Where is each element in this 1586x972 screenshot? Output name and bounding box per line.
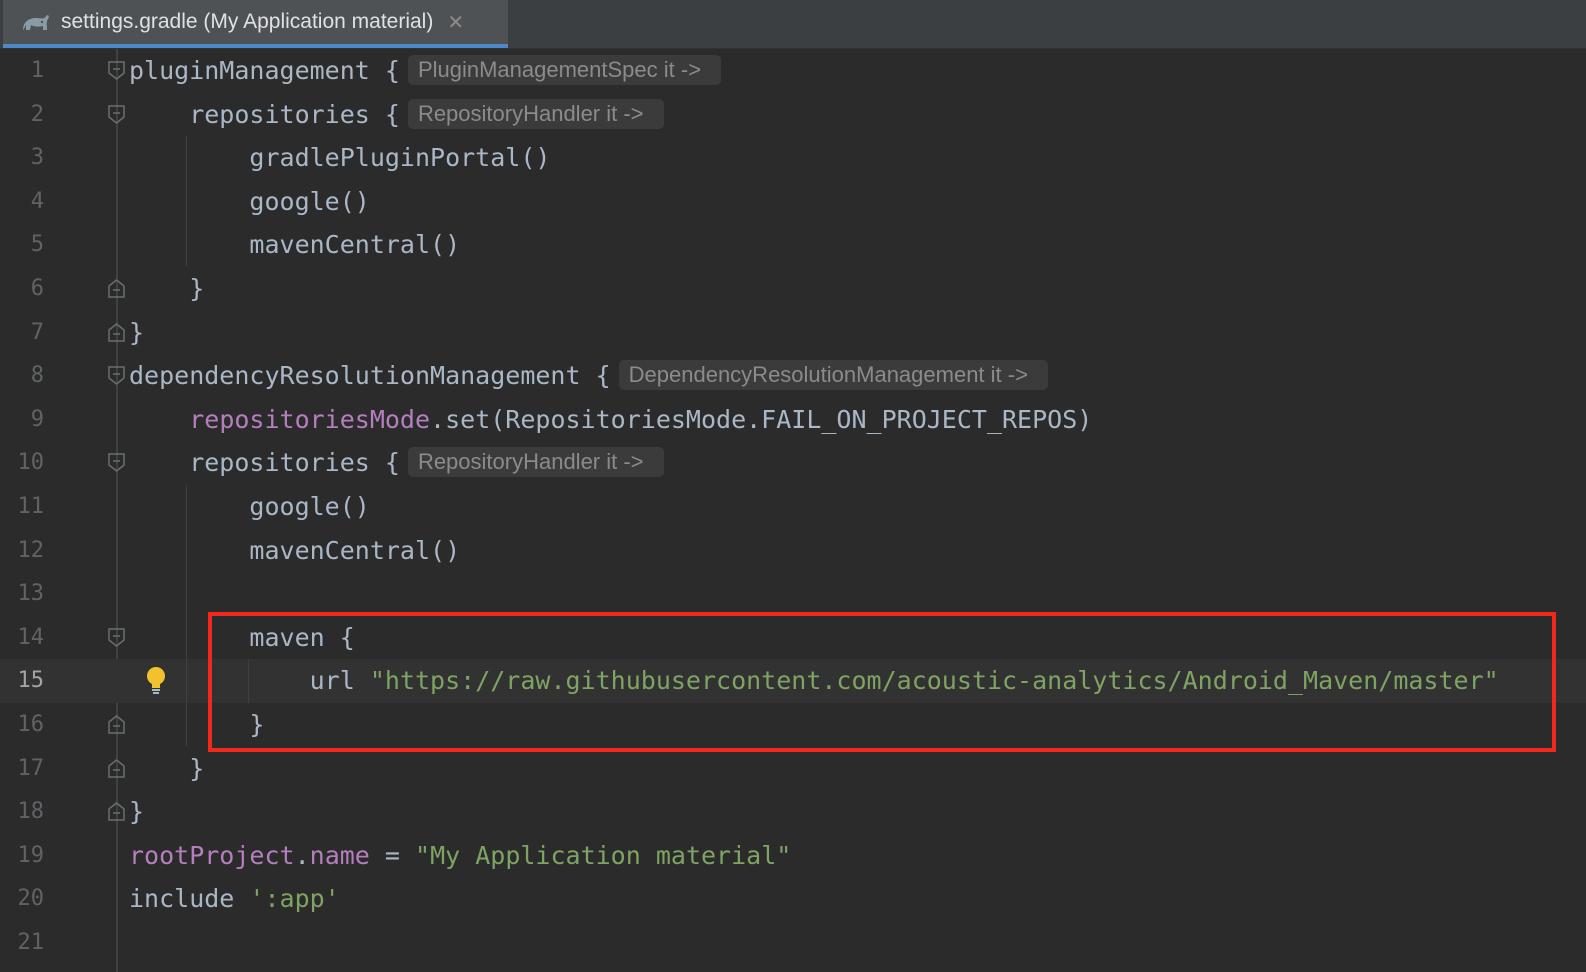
code-line[interactable]: 21 (0, 921, 1586, 965)
line-number: 11 (17, 494, 45, 519)
inlay-hint: RepositoryHandler it -> (407, 98, 664, 129)
line-number: 21 (17, 930, 45, 955)
inlay-hint: RepositoryHandler it -> (407, 447, 664, 478)
code-text: .set(RepositoriesMode.FAIL_ON_PROJECT_RE… (430, 404, 1093, 434)
code-line[interactable]: 11 google() (0, 485, 1586, 529)
fold-close-icon[interactable] (108, 758, 125, 778)
code-text: gradlePluginPortal() (129, 143, 551, 173)
property-text: rootProject (129, 840, 295, 870)
code-text: include (129, 884, 250, 914)
fold-close-icon[interactable] (108, 715, 125, 734)
fold-open-icon[interactable] (108, 453, 125, 473)
code-text: google() (129, 186, 370, 216)
fold-open-icon[interactable] (108, 104, 125, 124)
fold-open-icon[interactable] (108, 366, 125, 386)
property-text: name (309, 840, 370, 870)
code-line[interactable]: 18 } (0, 790, 1586, 834)
code-text: repositories { (129, 448, 400, 478)
line-number: 9 (30, 406, 44, 432)
code-text: google() (129, 492, 370, 521)
line-number: 8 (30, 363, 44, 389)
code-line[interactable]: 3 gradlePluginPortal() (0, 136, 1586, 180)
line-number: 16 (17, 712, 45, 737)
fold-open-icon[interactable] (108, 628, 125, 647)
code-line[interactable]: 8 dependencyResolutionManagement {Depend… (0, 354, 1586, 398)
code-text: mavenCentral() (129, 230, 461, 260)
line-number: 3 (30, 145, 44, 171)
inlay-hint: DependencyResolutionManagement it -> (618, 360, 1048, 391)
line-number: 12 (17, 537, 45, 563)
gradle-elephant-icon (23, 15, 49, 30)
code-line[interactable]: 5 mavenCentral() (0, 223, 1586, 267)
line-number: 15 (17, 668, 45, 694)
code-line[interactable]: 17 } (0, 747, 1586, 791)
code-text: dependencyResolutionManagement { (129, 361, 611, 391)
line-number: 18 (17, 799, 45, 825)
code-line[interactable]: 9 repositoriesMode.set(RepositoriesMode.… (0, 398, 1586, 442)
line-number: 13 (17, 581, 45, 607)
code-line[interactable]: 1 pluginManagement {PluginManagementSpec… (0, 49, 1586, 93)
code-text: } (129, 317, 145, 347)
code-line[interactable]: 4 google() (0, 180, 1586, 224)
line-number: 5 (30, 232, 44, 258)
line-number: 19 (17, 842, 45, 868)
indent-guide (186, 485, 187, 746)
code-text: . (294, 840, 310, 870)
property-text: repositoriesMode (189, 404, 431, 434)
code-line[interactable]: 7 } (0, 311, 1586, 355)
line-number: 20 (17, 886, 45, 912)
line-number: 4 (30, 188, 44, 214)
line-number: 17 (17, 755, 45, 781)
code-text: pluginManagement { (129, 56, 400, 85)
fold-close-icon[interactable] (108, 279, 125, 298)
highlight-annotation-box (208, 612, 1556, 752)
line-number: 14 (17, 624, 45, 650)
close-icon[interactable]: ✕ (447, 10, 464, 34)
tab-title: settings.gradle (My Application material… (61, 10, 434, 33)
line-number: 2 (30, 101, 44, 127)
tab-settings-gradle[interactable]: settings.gradle (My Application material… (3, 0, 508, 48)
code-line[interactable]: 10 repositories {RepositoryHandler it -> (0, 441, 1586, 485)
code-line[interactable]: 19 rootProject.name = "My Application ma… (0, 834, 1586, 878)
code-text: } (129, 274, 205, 303)
code-text: } (129, 753, 205, 783)
code-line[interactable]: 6 } (0, 267, 1586, 311)
code-text: } (129, 797, 145, 827)
string-text: "My Application material" (415, 840, 792, 870)
fold-close-icon[interactable] (108, 322, 125, 342)
fold-open-icon[interactable] (108, 61, 125, 80)
code-line[interactable]: 20 include ':app' (0, 877, 1586, 921)
line-number: 1 (30, 58, 44, 83)
code-line[interactable]: 13 (0, 572, 1586, 616)
code-line[interactable]: 12 mavenCentral() (0, 529, 1586, 573)
code-editor[interactable]: 1 pluginManagement {PluginManagementSpec… (0, 49, 1586, 972)
code-line[interactable]: 2 repositories {RepositoryHandler it -> (0, 93, 1586, 137)
code-text: = (369, 840, 416, 870)
code-text: repositories { (129, 99, 400, 129)
editor-tab-bar: settings.gradle (My Application material… (0, 0, 1586, 49)
line-number: 7 (30, 319, 44, 345)
fold-close-icon[interactable] (108, 802, 125, 821)
inlay-hint: PluginManagementSpec it -> (407, 55, 722, 85)
code-text: mavenCentral() (129, 535, 461, 565)
string-text: ':app' (249, 884, 340, 914)
indent-guide (186, 136, 187, 266)
line-number: 6 (30, 276, 44, 301)
line-number: 10 (17, 450, 45, 476)
